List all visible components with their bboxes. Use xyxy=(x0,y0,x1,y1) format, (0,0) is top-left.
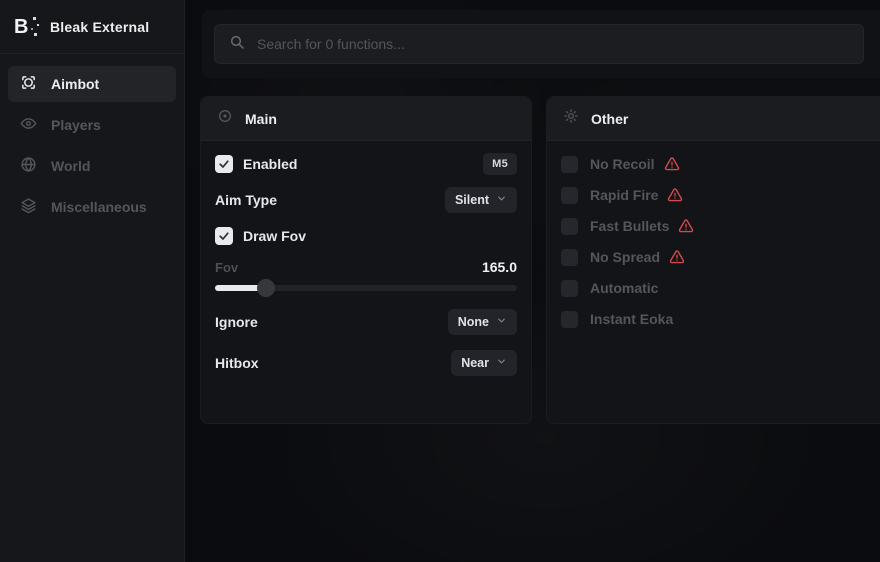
sidebar-item-label: Miscellaneous xyxy=(51,199,147,215)
setting-row-automatic: Automatic xyxy=(561,276,868,300)
sidebar-item-aimbot[interactable]: Aimbot xyxy=(8,66,176,102)
brand: B Bleak External xyxy=(0,0,184,54)
sidebar: B Bleak External Aimbot xyxy=(0,0,185,562)
panel-title: Main xyxy=(245,111,277,127)
enabled-label: Enabled xyxy=(243,156,297,172)
fast-bullets-checkbox[interactable] xyxy=(561,218,578,235)
fov-value: 165.0 xyxy=(482,259,517,275)
fast-bullets-label: Fast Bullets xyxy=(590,218,669,234)
fov-label: Fov xyxy=(215,260,238,275)
instant-eoka-label: Instant Eoka xyxy=(590,311,673,327)
chevron-down-icon xyxy=(496,193,507,207)
warning-icon xyxy=(667,187,683,203)
keybind-button[interactable]: M5 xyxy=(483,153,517,175)
aim-type-label: Aim Type xyxy=(215,192,277,208)
ignore-dropdown[interactable]: None xyxy=(448,309,517,335)
search-input[interactable] xyxy=(257,36,849,52)
setting-row-instant-eoka: Instant Eoka xyxy=(561,307,868,331)
setting-row-fast-bullets: Fast Bullets xyxy=(561,214,868,238)
chevron-down-icon xyxy=(496,356,507,370)
ignore-label: Ignore xyxy=(215,314,258,330)
setting-row-draw-fov: Draw Fov xyxy=(215,224,517,248)
gear-icon xyxy=(563,108,579,129)
hitbox-dropdown[interactable]: Near xyxy=(451,350,517,376)
draw-fov-checkbox[interactable] xyxy=(215,227,233,245)
panel-other: Other No Recoil Rapid Fire Fast Bullets xyxy=(546,96,880,424)
search-bar-container xyxy=(202,10,880,78)
panel-title: Other xyxy=(591,111,628,127)
sidebar-item-players[interactable]: Players xyxy=(8,107,176,143)
setting-row-rapid-fire: Rapid Fire xyxy=(561,183,868,207)
setting-row-aim-type: Aim Type Silent xyxy=(215,188,517,212)
panel-other-header: Other xyxy=(547,97,880,141)
setting-row-ignore: Ignore None xyxy=(215,309,517,335)
sidebar-item-miscellaneous[interactable]: Miscellaneous xyxy=(8,189,176,225)
fov-slider-thumb[interactable] xyxy=(257,279,275,297)
aim-type-value: Silent xyxy=(455,193,489,207)
search-icon xyxy=(229,34,245,55)
target-icon xyxy=(217,108,233,129)
app-logo-icon: B xyxy=(14,15,38,39)
sidebar-item-label: Aimbot xyxy=(51,76,99,92)
automatic-label: Automatic xyxy=(590,280,658,296)
fov-slider[interactable] xyxy=(215,279,517,297)
setting-row-enabled: Enabled M5 xyxy=(215,152,517,176)
no-spread-checkbox[interactable] xyxy=(561,249,578,266)
warning-icon xyxy=(664,156,680,172)
hitbox-value: Near xyxy=(461,356,489,370)
automatic-checkbox[interactable] xyxy=(561,280,578,297)
globe-icon xyxy=(20,156,37,176)
panel-main-body: Enabled M5 Aim Type Silent Draw Fov xyxy=(201,141,531,376)
chevron-down-icon xyxy=(496,315,507,329)
search-box[interactable] xyxy=(214,24,864,64)
draw-fov-label: Draw Fov xyxy=(243,228,306,244)
setting-row-no-spread: No Spread xyxy=(561,245,868,269)
hitbox-label: Hitbox xyxy=(215,355,259,371)
no-spread-label: No Spread xyxy=(590,249,660,265)
panel-main-header: Main xyxy=(201,97,531,141)
no-recoil-checkbox[interactable] xyxy=(561,156,578,173)
sidebar-nav: Aimbot Players xyxy=(0,54,184,237)
rapid-fire-checkbox[interactable] xyxy=(561,187,578,204)
no-recoil-label: No Recoil xyxy=(590,156,655,172)
eye-icon xyxy=(20,115,37,135)
warning-icon xyxy=(669,249,685,265)
ignore-value: None xyxy=(458,315,489,329)
sidebar-item-label: Players xyxy=(51,117,101,133)
instant-eoka-checkbox[interactable] xyxy=(561,311,578,328)
crosshair-icon xyxy=(20,74,37,94)
setting-row-hitbox: Hitbox Near xyxy=(215,350,517,376)
panel-main: Main Enabled M5 Aim Type Silent xyxy=(200,96,532,424)
sidebar-item-label: World xyxy=(51,158,90,174)
setting-row-fov: Fov 165.0 xyxy=(215,258,517,276)
rapid-fire-label: Rapid Fire xyxy=(590,187,658,203)
layers-icon xyxy=(20,197,37,217)
panel-other-body: No Recoil Rapid Fire Fast Bullets xyxy=(547,141,880,331)
sidebar-item-world[interactable]: World xyxy=(8,148,176,184)
app-window: B Bleak External Aimbot xyxy=(0,0,880,562)
warning-icon xyxy=(678,218,694,234)
app-title: Bleak External xyxy=(50,19,149,35)
setting-row-no-recoil: No Recoil xyxy=(561,152,868,176)
enabled-checkbox[interactable] xyxy=(215,155,233,173)
aim-type-dropdown[interactable]: Silent xyxy=(445,187,517,213)
